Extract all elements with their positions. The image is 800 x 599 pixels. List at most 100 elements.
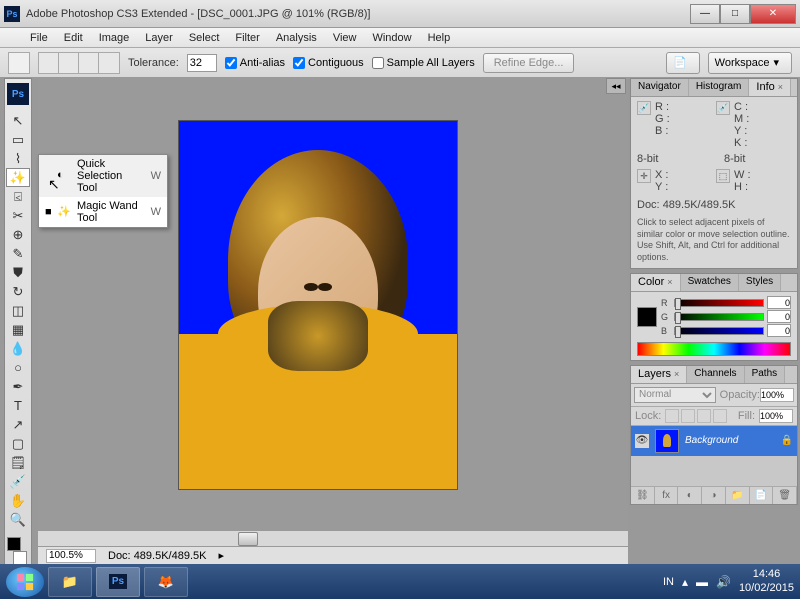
close-button[interactable]: ✕ <box>750 4 796 24</box>
r-value-input[interactable] <box>767 296 791 309</box>
close-tab-icon[interactable]: × <box>674 369 679 379</box>
shape-tool[interactable]: ▢ <box>6 434 30 453</box>
scrollbar-thumb[interactable] <box>238 532 258 546</box>
mask-button[interactable]: ◐ <box>678 487 702 504</box>
workspace-dropdown[interactable]: Workspace▾ <box>708 52 792 74</box>
eyedropper-tool[interactable]: 💉 <box>6 472 30 491</box>
link-layers-button[interactable]: ⛓ <box>631 487 655 504</box>
layer-row[interactable]: 👁 Background 🔒 <box>631 426 797 456</box>
r-slider[interactable] <box>674 299 764 307</box>
tab-info[interactable]: Info× <box>749 79 791 96</box>
horizontal-scrollbar[interactable] <box>38 530 628 546</box>
hand-tool[interactable]: ✋ <box>6 491 30 510</box>
maximize-button[interactable]: □ <box>720 4 750 24</box>
sample-all-checkbox[interactable] <box>372 57 384 69</box>
gradient-tool[interactable]: ▦ <box>6 320 30 339</box>
menu-view[interactable]: View <box>325 30 365 46</box>
start-button[interactable] <box>6 567 44 597</box>
eyedropper-1-icon[interactable]: 💉 <box>637 101 651 115</box>
sel-add-button[interactable] <box>59 53 79 73</box>
tolerance-input[interactable] <box>187 54 217 72</box>
tray-volume-icon[interactable]: 🔊 <box>716 575 731 589</box>
path-tool[interactable]: ↗ <box>6 415 30 434</box>
tab-histogram[interactable]: Histogram <box>689 79 750 96</box>
lasso-tool[interactable]: ⌇ <box>6 149 30 168</box>
marquee-tool[interactable]: ▭ <box>6 130 30 149</box>
menu-window[interactable]: Window <box>364 30 419 46</box>
tray-lang[interactable]: IN <box>663 576 674 588</box>
lock-paint-button[interactable] <box>681 409 695 423</box>
zoom-input[interactable] <box>46 549 96 563</box>
opacity-input[interactable] <box>760 388 794 402</box>
g-value-input[interactable] <box>767 310 791 323</box>
color-swatches[interactable] <box>5 537 29 565</box>
lock-trans-button[interactable] <box>665 409 679 423</box>
doc-sys-icon[interactable] <box>4 31 18 45</box>
color-swatch[interactable] <box>637 307 657 327</box>
refine-edge-button[interactable]: Refine Edge... <box>483 53 575 73</box>
contiguous-checkbox[interactable] <box>293 57 305 69</box>
menu-filter[interactable]: Filter <box>227 30 267 46</box>
foreground-swatch[interactable] <box>7 537 21 551</box>
lock-all-button[interactable] <box>713 409 727 423</box>
flyout-magic-wand[interactable]: ■ ✨ Magic Wand Tool W <box>39 197 167 227</box>
sel-subtract-button[interactable] <box>79 53 99 73</box>
fx-button[interactable]: fx <box>655 487 679 504</box>
tab-layers[interactable]: Layers× <box>631 366 687 383</box>
delete-layer-button[interactable]: 🗑 <box>773 487 797 504</box>
b-slider[interactable] <box>674 327 764 335</box>
brush-tool[interactable]: ✎ <box>6 244 30 263</box>
healing-tool[interactable]: ⊕ <box>6 225 30 244</box>
menu-image[interactable]: Image <box>91 30 138 46</box>
blur-tool[interactable]: 💧 <box>6 339 30 358</box>
magic-wand-tool[interactable]: ✨ <box>6 168 30 187</box>
taskbar-explorer[interactable]: 📁 <box>48 567 92 597</box>
fill-input[interactable] <box>759 409 793 423</box>
taskbar-photoshop[interactable]: Ps <box>96 567 140 597</box>
document-canvas[interactable] <box>178 120 458 490</box>
dimensions-icon[interactable]: ⬚ <box>716 169 730 183</box>
g-slider[interactable] <box>674 313 764 321</box>
blend-mode-select[interactable]: Normal <box>634 387 716 403</box>
tab-paths[interactable]: Paths <box>745 366 786 383</box>
crosshair-icon[interactable]: ✛ <box>637 169 651 183</box>
status-chevron-icon[interactable]: ▸ <box>218 549 224 562</box>
color-spectrum[interactable] <box>637 342 791 356</box>
dock-toggle-left[interactable]: ◂◂ <box>606 78 626 94</box>
tab-color[interactable]: Color× <box>631 274 681 291</box>
b-value-input[interactable] <box>767 324 791 337</box>
layer-thumbnail[interactable] <box>655 429 679 453</box>
lock-pos-button[interactable] <box>697 409 711 423</box>
group-button[interactable]: 📁 <box>726 487 750 504</box>
menu-layer[interactable]: Layer <box>137 30 181 46</box>
history-brush-tool[interactable]: ↻ <box>6 282 30 301</box>
slice-tool[interactable]: ✂ <box>6 206 30 225</box>
sel-intersect-button[interactable] <box>99 53 119 73</box>
antialias-checkbox[interactable] <box>225 57 237 69</box>
notes-tool[interactable]: 🗒 <box>6 453 30 472</box>
sel-new-button[interactable] <box>39 53 59 73</box>
menu-analysis[interactable]: Analysis <box>268 30 325 46</box>
pen-tool[interactable]: ✒ <box>6 377 30 396</box>
goto-bridge-button[interactable]: 📄 <box>666 52 700 74</box>
move-tool[interactable]: ↖ <box>6 111 30 130</box>
close-tab-icon[interactable]: × <box>667 277 672 287</box>
taskbar-firefox[interactable]: 🦊 <box>144 567 188 597</box>
tab-swatches[interactable]: Swatches <box>681 274 739 291</box>
crop-tool[interactable]: ⍃ <box>6 187 30 206</box>
stamp-tool[interactable]: ⛊ <box>6 263 30 282</box>
zoom-tool[interactable]: 🔍 <box>6 510 30 529</box>
minimize-button[interactable]: — <box>690 4 720 24</box>
tab-channels[interactable]: Channels <box>687 366 744 383</box>
visibility-toggle[interactable]: 👁 <box>635 434 649 448</box>
adjustment-button[interactable]: ◑ <box>702 487 726 504</box>
tray-clock[interactable]: 14:46 10/02/2015 <box>739 568 794 594</box>
dodge-tool[interactable]: ○ <box>6 358 30 377</box>
background-swatch[interactable] <box>13 551 27 565</box>
type-tool[interactable]: T <box>6 396 30 415</box>
menu-select[interactable]: Select <box>181 30 228 46</box>
tray-flag-icon[interactable]: ▬ <box>696 575 708 589</box>
tab-styles[interactable]: Styles <box>739 274 781 291</box>
current-tool-icon[interactable] <box>8 52 30 74</box>
menu-edit[interactable]: Edit <box>56 30 91 46</box>
